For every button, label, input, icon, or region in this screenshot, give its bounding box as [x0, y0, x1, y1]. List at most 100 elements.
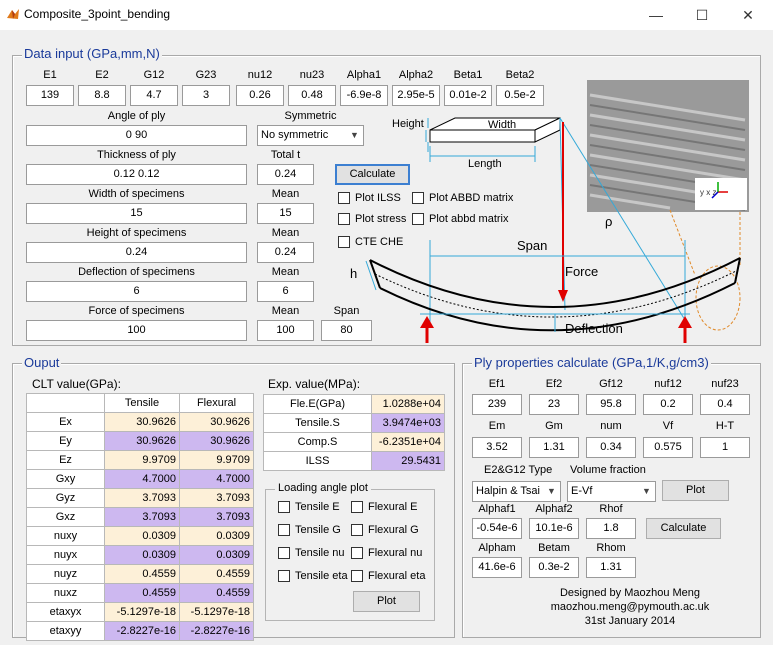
- ply-label-h-t: H-T: [715, 420, 735, 432]
- ply-label-alpham: Alpham: [478, 542, 516, 554]
- deflection-diagram-label: Deflection: [565, 321, 623, 336]
- height-input[interactable]: 0.24: [26, 242, 247, 263]
- clt-row-header: Gxy: [26, 469, 105, 489]
- angle-input[interactable]: 0 90: [26, 125, 247, 146]
- ply-input-em[interactable]: 3.52: [472, 437, 522, 458]
- clt-tensile-cell: 30.9626: [104, 431, 180, 451]
- volume-fraction-value: E-Vf: [571, 485, 593, 497]
- exp-value-cell: 1.0288e+04: [371, 394, 445, 414]
- close-button[interactable]: ✕: [725, 0, 771, 30]
- ply-label-alphaf2: Alphaf2: [535, 503, 573, 515]
- clt-row: Ey 30.9626 30.9626: [26, 431, 254, 451]
- flexural-g-checkbox[interactable]: Flexural G: [351, 524, 419, 536]
- prop-label-e2: E2: [95, 69, 109, 81]
- clt-tensile-cell: 0.0309: [104, 545, 180, 565]
- exp-label: Exp. value(MPa):: [268, 377, 361, 391]
- clt-flexural-cell: 3.7093: [179, 507, 254, 527]
- clt-tensile-cell: 30.9626: [104, 412, 180, 432]
- tensile-e-checkbox[interactable]: Tensile E: [278, 501, 340, 513]
- ply-label-nuf23: nuf23: [711, 378, 739, 390]
- clt-flexural-cell: 0.0309: [179, 545, 254, 565]
- tensile-nu-checkbox[interactable]: Tensile nu: [278, 547, 345, 559]
- ply-plot-button[interactable]: Plot: [662, 480, 729, 501]
- ply-calculate-button[interactable]: Calculate: [646, 518, 721, 539]
- clt-flexural-cell: -2.8227e-16: [179, 621, 254, 641]
- clt-flexural-cell: 9.9709: [179, 450, 254, 470]
- ply-input-gf12[interactable]: 95.8: [586, 394, 636, 415]
- exp-row-header: ILSS: [263, 451, 372, 471]
- force-input[interactable]: 100: [26, 320, 247, 341]
- ply-label-rhof: Rhof: [599, 503, 623, 515]
- flexural-eta-checkbox[interactable]: Flexural eta: [351, 570, 425, 582]
- volume-fraction-label: Volume fraction: [570, 464, 646, 476]
- width-mean-label: Mean: [271, 188, 300, 200]
- ply-input-ef1[interactable]: 239: [472, 394, 522, 415]
- ply-input-num[interactable]: 0.34: [586, 437, 636, 458]
- clt-row-header: nuyz: [26, 564, 105, 584]
- flexural-nu-checkbox[interactable]: Flexural nu: [351, 547, 422, 559]
- exp-row: Comp.S -6.2351e+04: [263, 432, 445, 452]
- height-mean-value: 0.24: [257, 242, 314, 263]
- prop-input-e2[interactable]: 8.8: [78, 85, 126, 106]
- exp-row-header: Fle.E(GPa): [263, 394, 372, 414]
- ply-input-alphaf2[interactable]: 10.1e-6: [529, 518, 579, 539]
- tensile-nu-label: Tensile nu: [295, 547, 345, 559]
- ply-input-ef2[interactable]: 23: [529, 394, 579, 415]
- tensile-eta-checkbox[interactable]: Tensile eta: [278, 570, 348, 582]
- deflection-mean-value: 6: [257, 281, 314, 302]
- window-title: Composite_3point_bending: [24, 7, 171, 21]
- diagram-width-label: Width: [488, 119, 516, 131]
- clt-row: nuyz 0.4559 0.4559: [26, 564, 254, 584]
- checkbox-box: [351, 570, 363, 582]
- prop-label-nu12: nu12: [247, 69, 273, 81]
- clt-row: nuxy 0.0309 0.0309: [26, 526, 254, 546]
- clt-flexural-cell: 30.9626: [179, 431, 254, 451]
- ply-input-rhom[interactable]: 1.31: [586, 557, 636, 578]
- height-mean-label: Mean: [271, 227, 300, 239]
- minimize-button[interactable]: —: [633, 0, 679, 30]
- title-bar: Composite_3point_bending — ☐ ✕: [0, 0, 773, 30]
- ply-input-alpham[interactable]: 41.6e-6: [472, 557, 522, 578]
- tensile-eta-label: Tensile eta: [295, 570, 348, 582]
- thickness-input[interactable]: 0.12 0.12: [26, 164, 247, 185]
- e2g12-type-select[interactable]: Halpin & Tsai ▼: [472, 481, 561, 502]
- tensile-g-checkbox[interactable]: Tensile G: [278, 524, 341, 536]
- ply-input-h-t[interactable]: 1: [700, 437, 750, 458]
- ply-input-vf[interactable]: 0.575: [643, 437, 693, 458]
- flexural-e-checkbox[interactable]: Flexural E: [351, 501, 418, 513]
- thickness-label: Thickness of ply: [97, 149, 176, 161]
- ply-input-betam[interactable]: 0.3e-2: [529, 557, 579, 578]
- width-mean-value: 15: [257, 203, 314, 224]
- force-diagram-label: Force: [565, 264, 598, 279]
- prop-input-g12[interactable]: 4.7: [130, 85, 178, 106]
- ply-input-nuf12[interactable]: 0.2: [643, 394, 693, 415]
- maximize-button[interactable]: ☐: [679, 0, 725, 30]
- clt-tensile-cell: 0.0309: [104, 526, 180, 546]
- prop-input-nu23[interactable]: 0.48: [288, 85, 336, 106]
- prop-input-nu12[interactable]: 0.26: [236, 85, 284, 106]
- ply-input-alphaf1[interactable]: -0.54e-6: [472, 518, 522, 539]
- checkbox-box: [278, 570, 290, 582]
- span-diagram-label: Span: [517, 238, 547, 253]
- ply-label-rhom: Rhom: [596, 542, 626, 554]
- ply-label-num: num: [600, 420, 622, 432]
- volume-fraction-select[interactable]: E-Vf ▼: [567, 481, 656, 502]
- checkbox-box: [351, 524, 363, 536]
- deflection-input[interactable]: 6: [26, 281, 247, 302]
- flexural-eta-label: Flexural eta: [368, 570, 426, 582]
- clt-tensile-cell: 9.9709: [104, 450, 180, 470]
- bending-diagram: y x z Height Width Length ρ Force Span h…: [350, 80, 749, 343]
- clt-tensile-cell: 0.4559: [104, 583, 180, 603]
- exp-row: Fle.E(GPa) 1.0288e+04: [263, 394, 445, 414]
- prop-input-g23[interactable]: 3: [182, 85, 230, 106]
- clt-row-header: Gyz: [26, 488, 105, 508]
- ply-input-rhof[interactable]: 1.8: [586, 518, 636, 539]
- clt-row-header: Ex: [26, 412, 105, 432]
- ply-input-gm[interactable]: 1.31: [529, 437, 579, 458]
- clt-row-header: etaxyx: [26, 602, 105, 622]
- prop-input-e1[interactable]: 139: [26, 85, 74, 106]
- tensile-g-label: Tensile G: [295, 524, 341, 536]
- ply-input-nuf23[interactable]: 0.4: [700, 394, 750, 415]
- loading-plot-button[interactable]: Plot: [353, 591, 420, 612]
- width-input[interactable]: 15: [26, 203, 247, 224]
